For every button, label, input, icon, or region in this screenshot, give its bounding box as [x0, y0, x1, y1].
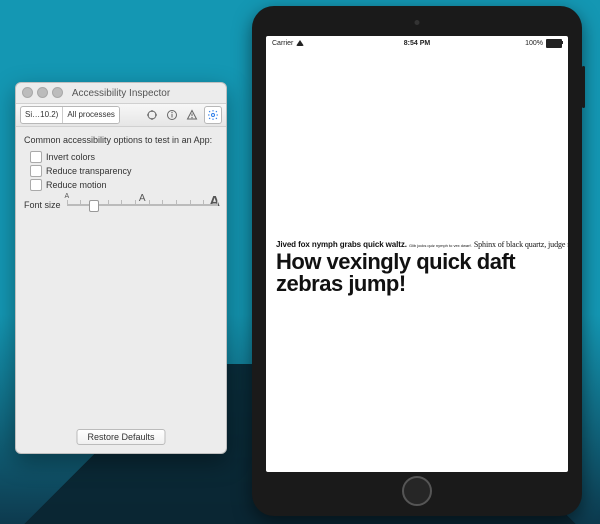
battery-label: 100% [525, 40, 543, 47]
font-size-label: Font size [24, 200, 61, 210]
inspection-pointer-icon[interactable] [144, 107, 160, 123]
checkbox[interactable] [30, 179, 42, 191]
window-title: Accessibility Inspector [72, 88, 170, 99]
sample-1c: Sphinx of black quartz, judge my vow. [474, 240, 568, 249]
option-invert-colors[interactable]: Invert colors [30, 151, 218, 163]
target-device[interactable]: Si…10.2) [21, 107, 63, 123]
settings-icon[interactable] [204, 106, 222, 124]
option-label: Reduce transparency [46, 166, 132, 176]
option-label: Invert colors [46, 152, 95, 162]
close-icon[interactable] [22, 87, 33, 98]
ipad-screen: Carrier 8:54 PM 100% Jived fox nymph gra… [266, 36, 568, 472]
ipad-camera-icon [415, 20, 420, 25]
ipad-side-button [582, 66, 585, 108]
window-traffic-lights[interactable] [22, 87, 63, 98]
option-reduce-motion[interactable]: Reduce motion [30, 179, 218, 191]
toolbar: Si…10.2) All processes [16, 104, 226, 127]
app-content: Jived fox nymph grabs quick waltz. Glib … [266, 50, 568, 295]
typography-sample-line-2: How vexingly quick daft zebras jump! [276, 251, 558, 295]
wifi-icon [296, 40, 304, 46]
restore-defaults: Restore Defaults [76, 429, 165, 445]
option-label: Reduce motion [46, 180, 107, 190]
target-selector[interactable]: Si…10.2) All processes [20, 106, 120, 124]
info-icon[interactable] [164, 107, 180, 123]
audit-icon[interactable] [184, 107, 200, 123]
titlebar[interactable]: Accessibility Inspector [16, 83, 226, 104]
section-label: Common accessibility options to test in … [24, 135, 218, 145]
zoom-icon[interactable] [52, 87, 63, 98]
checkbox[interactable] [30, 165, 42, 177]
clock-label: 8:54 PM [369, 40, 466, 47]
accessibility-inspector-window: Accessibility Inspector Si…10.2) All pro… [15, 82, 227, 454]
sample-1b: Glib jocks quiz nymph to vex dwarf. [409, 243, 472, 248]
minimize-icon[interactable] [37, 87, 48, 98]
sample-1a: Jived fox nymph grabs quick waltz. [276, 240, 407, 249]
target-process[interactable]: All processes [63, 107, 119, 123]
home-button[interactable] [402, 476, 432, 506]
ipad-device: Carrier 8:54 PM 100% Jived fox nymph gra… [252, 6, 582, 516]
carrier-label: Carrier [272, 40, 293, 47]
font-size-slider[interactable]: A A A [67, 197, 218, 213]
typography-sample-line-1: Jived fox nymph grabs quick waltz. Glib … [276, 240, 558, 249]
inspector-body: Common accessibility options to test in … [16, 127, 226, 221]
slider-min-a-icon: A [65, 193, 70, 200]
battery-icon [546, 39, 562, 48]
checkbox[interactable] [30, 151, 42, 163]
restore-defaults-button[interactable]: Restore Defaults [76, 429, 165, 445]
font-size-row: Font size A A A [24, 197, 218, 213]
slider-knob[interactable] [89, 200, 99, 212]
option-reduce-transparency[interactable]: Reduce transparency [30, 165, 218, 177]
status-bar: Carrier 8:54 PM 100% [266, 36, 568, 50]
